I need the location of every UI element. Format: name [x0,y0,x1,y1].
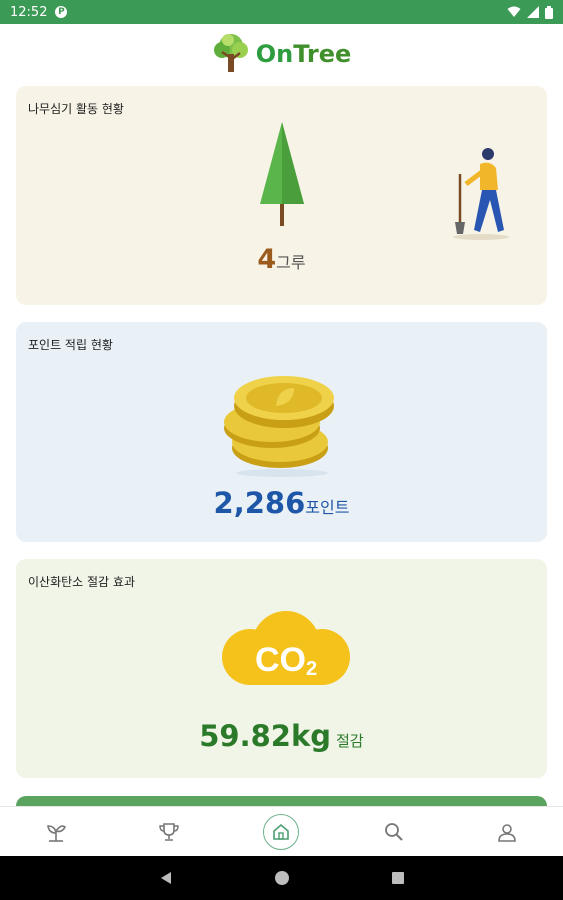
co2-badge-sub: 2 [306,658,317,680]
co2-unit: 절감 [336,732,364,750]
app-header: OnTree [0,24,563,84]
wifi-icon [507,6,521,17]
recents-icon[interactable] [390,870,406,886]
system-navigation-bar [0,856,563,900]
search-icon [385,823,403,841]
points-value: 2,286 [213,486,306,520]
logo-on: On [255,40,294,68]
tree-count-unit: 그루 [276,253,306,272]
co2-reduction-card[interactable]: 이산화탄소 절감 효과 CO2 59.82kg 절감 [16,559,547,778]
profile-icon [497,824,516,842]
card-title: 이산화탄소 절감 효과 [28,575,135,589]
co2-cloud-icon: CO2 [222,611,350,685]
back-icon[interactable] [158,870,174,886]
ontree-logo-icon [213,34,248,72]
trophy-icon [159,823,179,841]
status-time: 12:52 [10,4,48,20]
card-title: 나무심기 활동 현황 [28,102,124,116]
home-icon [273,823,290,840]
bottom-navigation [0,806,563,857]
points-unit: 포인트 [305,498,350,517]
co2-reduction: 59.82kg 절감 [16,719,547,753]
plant-icon [47,825,67,842]
tree-count: 4그루 [16,244,547,275]
planter-illustration-icon [453,148,509,240]
home-circle-icon[interactable] [274,870,290,886]
logo-tree: Tree [293,40,352,68]
points-total: 2,286포인트 [16,486,547,520]
tree-count-value: 4 [257,244,277,275]
tree-icon [260,122,304,226]
card-title: 포인트 적립 현황 [28,338,113,352]
nav-profile[interactable] [487,812,527,852]
co2-value: 59.82kg [199,719,332,753]
co2-badge-text: CO [255,641,306,679]
points-card[interactable]: 포인트 적립 현황 2,286포인트 [16,322,547,542]
coins-icon [224,376,334,477]
tree-planting-card[interactable]: 나무심기 활동 현황 4그루 [16,86,547,305]
nav-plant[interactable] [36,812,76,852]
notification-icon: P [55,6,68,18]
nav-home[interactable] [261,812,301,852]
battery-icon [545,5,553,19]
signal-icon [527,6,539,18]
nav-ranking[interactable] [149,812,189,852]
nav-search[interactable] [374,812,414,852]
app-logo-text: OnTree [256,40,352,68]
status-bar: 12:52 P [0,0,563,24]
